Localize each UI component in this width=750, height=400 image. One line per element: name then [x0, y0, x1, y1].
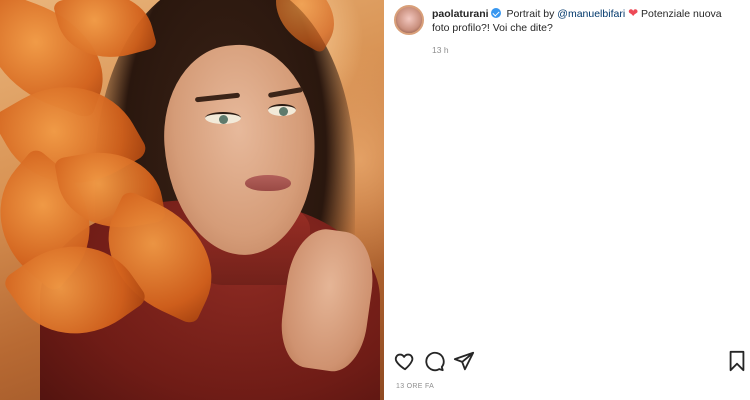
- heart-emoji: ❤: [628, 6, 639, 20]
- photo-lips: [245, 175, 291, 191]
- mention-link[interactable]: @manuelbifari: [557, 8, 625, 20]
- photo-eye-right: [268, 104, 296, 116]
- post-details-panel: paolaturani Portrait by @manuelbifari ❤ …: [384, 0, 750, 400]
- photo-eye-left: [205, 112, 241, 124]
- post-photo[interactable]: [0, 0, 384, 400]
- post-date[interactable]: 13 ORE FA: [396, 383, 434, 390]
- caption-text-prefix: Portrait by: [506, 8, 558, 20]
- username-link[interactable]: paolaturani: [432, 8, 489, 20]
- comment-icon[interactable]: [423, 350, 445, 372]
- post-caption: paolaturani Portrait by @manuelbifari ❤ …: [432, 6, 732, 35]
- action-bar: [394, 350, 745, 374]
- avatar[interactable]: [394, 5, 424, 35]
- bookmark-icon[interactable]: [726, 350, 748, 372]
- verified-badge-icon: [490, 8, 501, 18]
- share-icon[interactable]: [453, 350, 475, 372]
- caption-timestamp[interactable]: 13 h: [432, 45, 449, 55]
- heart-icon[interactable]: [394, 350, 416, 372]
